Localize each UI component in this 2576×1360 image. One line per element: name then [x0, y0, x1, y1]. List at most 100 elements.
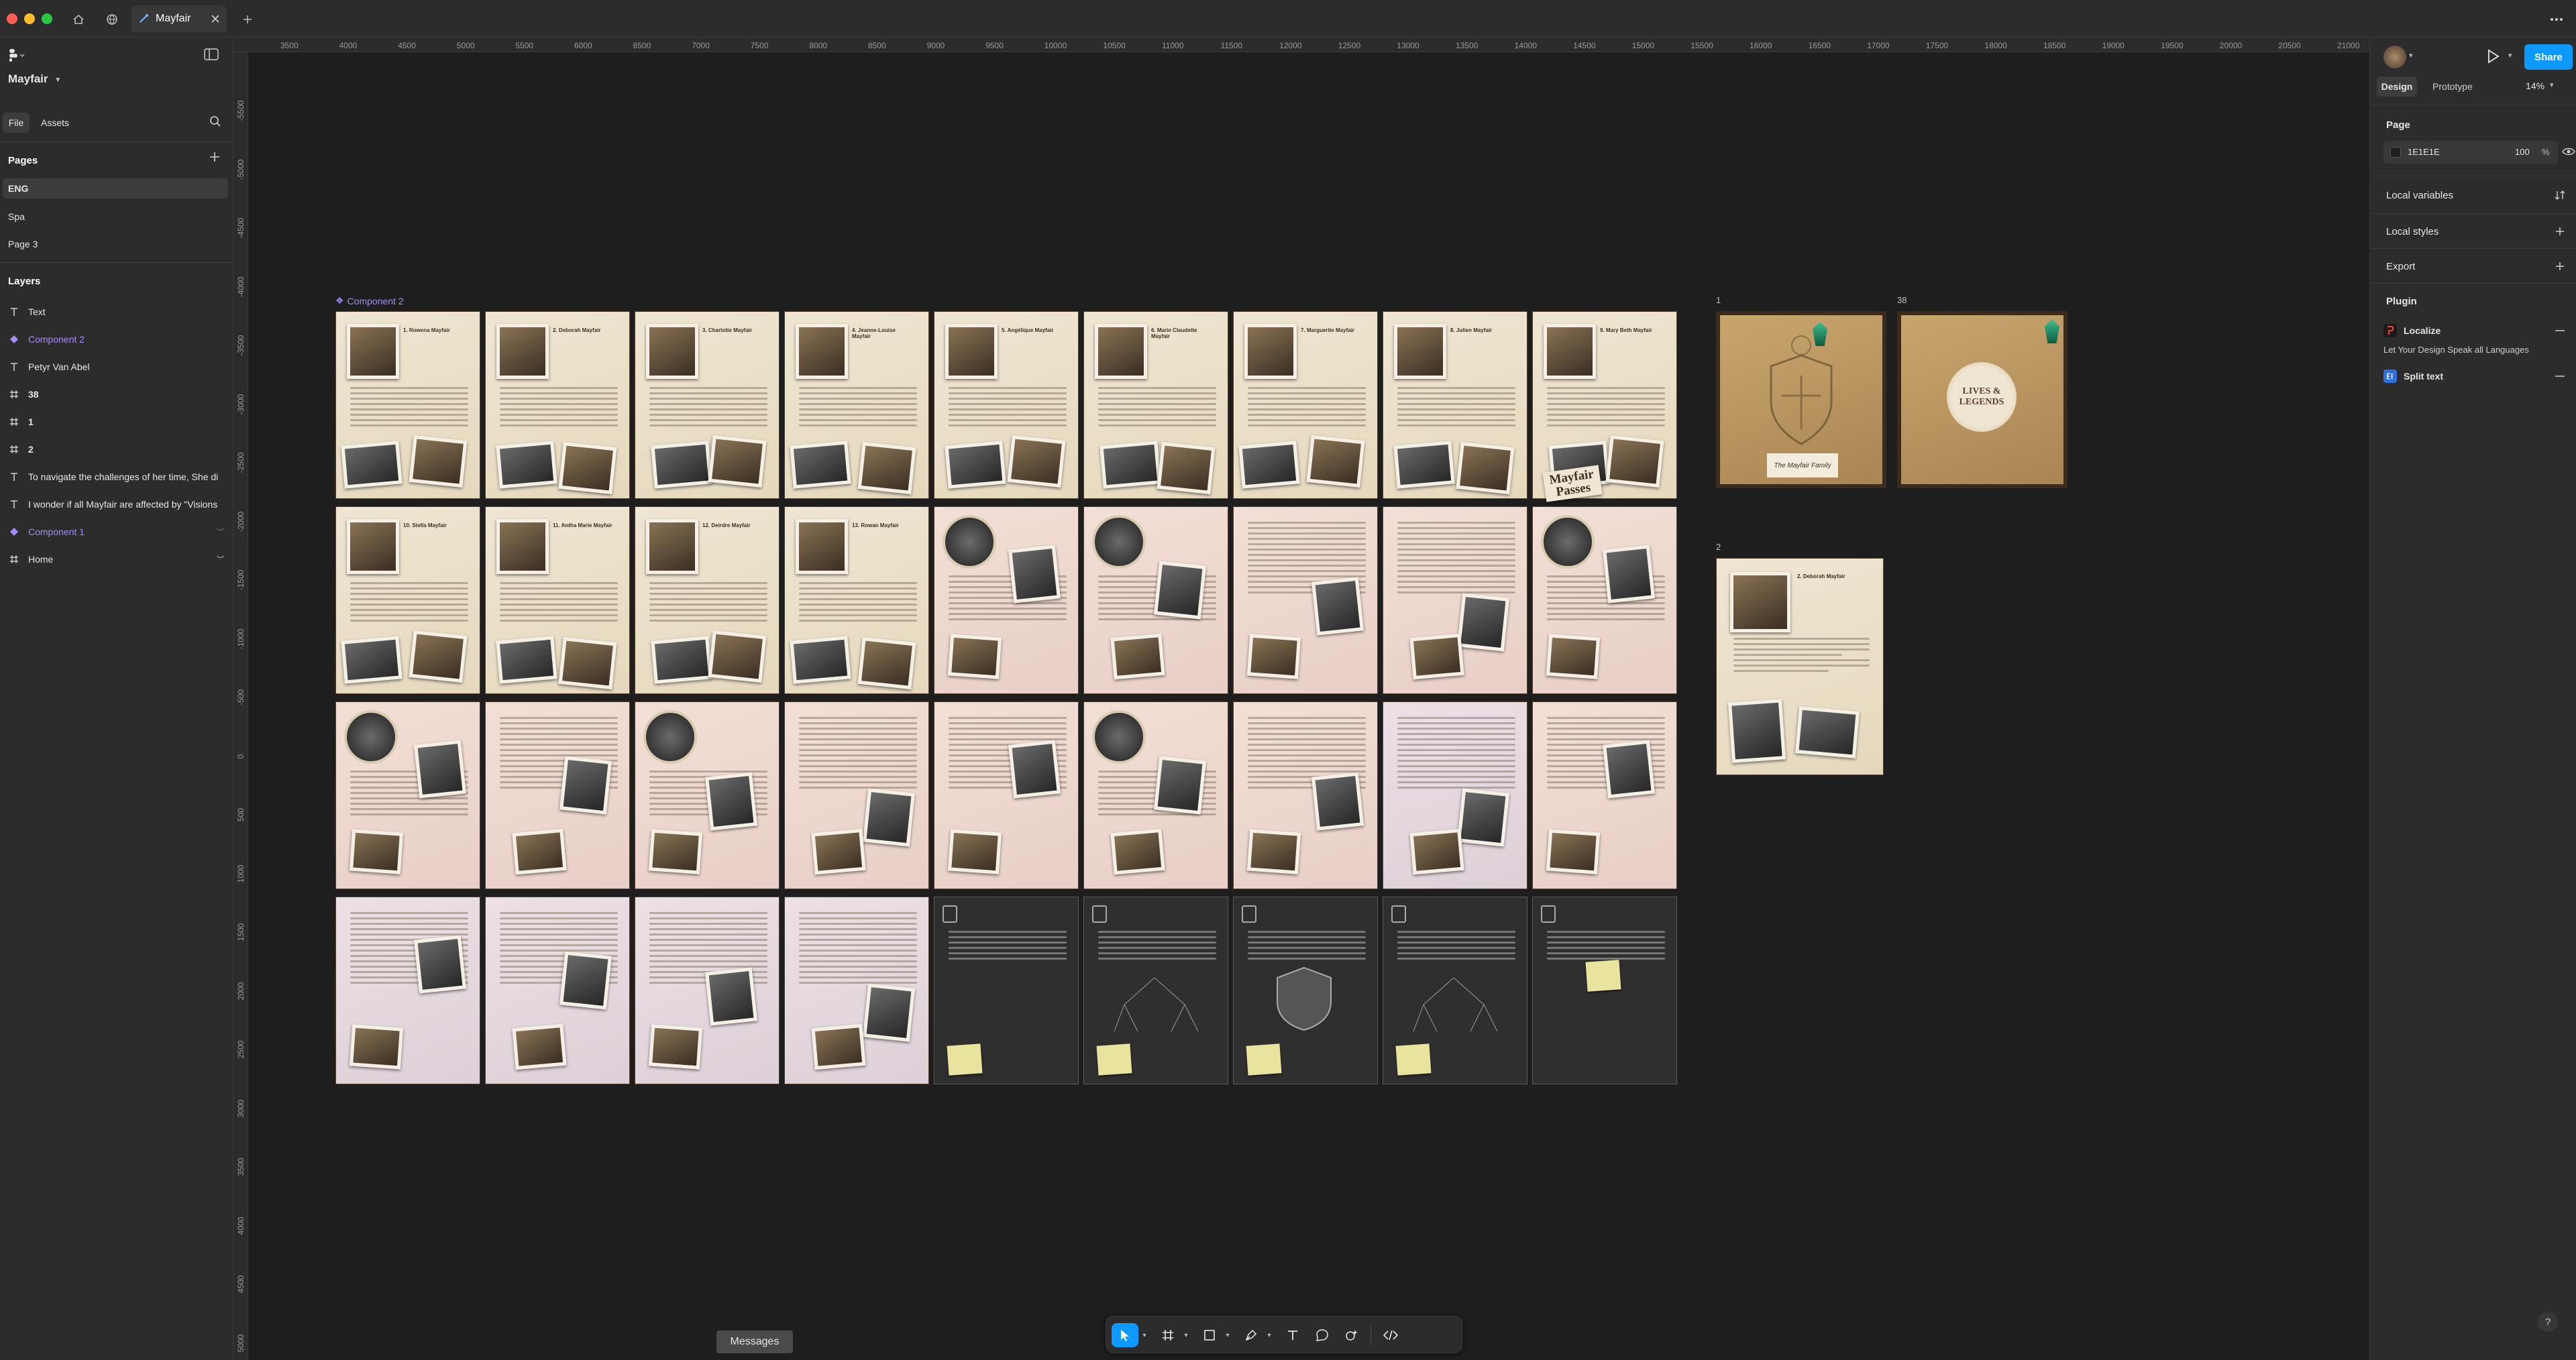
story-page[interactable]: 12. Deirdre Mayfair — [635, 506, 780, 694]
story-page[interactable]: 6. Marie Claudette Mayfair — [1083, 311, 1228, 499]
story-page[interactable] — [1083, 701, 1228, 889]
move-tool-button[interactable] — [1112, 1323, 1138, 1347]
story-page[interactable] — [1083, 506, 1228, 694]
layer-row[interactable]: To navigate the challenges of her time, … — [0, 464, 233, 490]
story-page[interactable] — [1532, 701, 1677, 889]
add-page-icon[interactable] — [209, 152, 225, 162]
minimize-window-button[interactable] — [24, 13, 35, 24]
layer-row[interactable]: Home ︶ — [0, 547, 233, 572]
shape-tool-button[interactable] — [1197, 1323, 1222, 1347]
pen-tool-button[interactable] — [1239, 1323, 1263, 1347]
close-tab-icon[interactable] — [211, 14, 220, 23]
story-page[interactable] — [1383, 506, 1527, 694]
story-page[interactable]: 13. Rowan Mayfair — [784, 506, 929, 694]
chevron-down-icon[interactable]: ︶ — [217, 526, 224, 537]
story-page[interactable] — [1532, 897, 1677, 1084]
story-page[interactable] — [934, 506, 1079, 694]
plugin-localize-row[interactable]: Localize — [2383, 321, 2565, 341]
remove-icon[interactable] — [2555, 329, 2565, 332]
file-name-dropdown[interactable]: Mayfair ▾ — [8, 72, 142, 86]
component-2-grid[interactable]: 1. Rowena Mayfair 2. Deborah Mayfair 3. Ch… — [335, 311, 1681, 1084]
main-menu-button[interactable] — [8, 47, 35, 63]
story-page[interactable] — [485, 897, 630, 1084]
story-page[interactable]: 8. Julien Mayfair — [1383, 311, 1527, 499]
cover-card-1[interactable]: The Mayfair Family — [1716, 311, 1886, 488]
story-page[interactable]: 10. Stella Mayfair — [335, 506, 480, 694]
layer-row[interactable]: 1 — [0, 409, 233, 435]
local-styles-row[interactable]: Local styles — [2386, 220, 2565, 243]
tab-mayfair[interactable]: Mayfair — [131, 5, 227, 32]
avatar[interactable] — [2383, 46, 2406, 68]
zoom-dropdown[interactable]: 14% ▾ — [2526, 80, 2554, 91]
story-page[interactable]: 2. Deborah Mayfair — [485, 311, 630, 499]
tab-prototype[interactable]: Prototype — [2422, 76, 2483, 97]
page-item-spa[interactable]: Spa — [3, 207, 228, 227]
comment-tool-button[interactable] — [1310, 1323, 1334, 1347]
page-opacity[interactable]: 100 — [2515, 147, 2530, 157]
chevron-down-icon[interactable]: ▾ — [2409, 51, 2413, 60]
frame-tool-button[interactable] — [1156, 1323, 1180, 1347]
story-page[interactable] — [1083, 897, 1228, 1084]
chevron-down-icon[interactable]: ▾ — [1140, 1323, 1149, 1347]
share-button[interactable]: Share — [2524, 44, 2573, 70]
plugin-split-text-row[interactable]: Split text — [2383, 366, 2565, 386]
page-item-eng[interactable]: ENG — [3, 178, 228, 199]
page-item-page-3[interactable]: Page 3 — [3, 234, 228, 254]
story-page[interactable]: 4. Jeanne-Louise Mayfair — [784, 311, 929, 499]
remove-icon[interactable] — [2555, 375, 2565, 378]
tab-design[interactable]: Design — [2377, 76, 2417, 97]
add-icon[interactable] — [2555, 226, 2565, 237]
story-page[interactable] — [485, 701, 630, 889]
search-icon[interactable] — [209, 115, 225, 127]
layer-row[interactable]: I wonder if all Mayfair are affected by … — [0, 492, 233, 517]
toggle-sidebar-icon[interactable] — [204, 48, 224, 60]
layer-row[interactable]: Text — [0, 299, 233, 325]
story-page[interactable] — [1233, 506, 1378, 694]
zoom-window-button[interactable] — [42, 13, 52, 24]
story-page[interactable] — [934, 897, 1079, 1084]
tab-file[interactable]: File — [3, 113, 30, 133]
story-page[interactable]: 1. Rowena Mayfair — [335, 311, 480, 499]
story-page[interactable] — [1233, 897, 1378, 1084]
story-page[interactable] — [1383, 897, 1527, 1084]
layer-row[interactable]: Component 1 ︶ — [0, 519, 233, 545]
layer-row[interactable]: Petyr Van Abel — [0, 354, 233, 380]
story-page[interactable] — [335, 897, 480, 1084]
text-tool-button[interactable] — [1281, 1323, 1305, 1347]
local-variables-row[interactable]: Local variables — [2386, 184, 2565, 207]
actions-tool-button[interactable] — [1340, 1323, 1364, 1347]
story-page[interactable] — [335, 701, 480, 889]
story-page[interactable] — [784, 701, 929, 889]
globe-icon[interactable] — [102, 9, 122, 30]
close-window-button[interactable] — [7, 13, 17, 24]
story-page[interactable] — [1532, 506, 1677, 694]
canvas[interactable]: ❖ Component 2 1. Rowena Mayfair 2. Debora… — [248, 52, 2369, 1360]
story-page[interactable] — [1233, 701, 1378, 889]
chevron-down-icon[interactable]: ▾ — [2508, 51, 2512, 60]
page-color-hex[interactable]: 1E1E1E — [2408, 147, 2440, 157]
story-page[interactable]: 5. Angélique Mayfair — [934, 311, 1079, 499]
help-icon[interactable]: ? — [2538, 1312, 2558, 1332]
layer-row[interactable]: Component 2 — [0, 327, 233, 352]
page-color-field[interactable]: 1E1E1E 100 % — [2383, 141, 2558, 164]
chevron-down-icon[interactable]: ▾ — [1265, 1323, 1274, 1347]
color-swatch[interactable] — [2390, 147, 2401, 158]
more-options-icon[interactable] — [2546, 9, 2567, 30]
story-page[interactable]: 11. Antha Marie Mayfair — [485, 506, 630, 694]
home-icon[interactable] — [68, 9, 89, 30]
add-icon[interactable] — [2555, 261, 2565, 272]
cover-card-38[interactable]: LIVES & LEGENDS — [1897, 311, 2068, 488]
chevron-down-icon[interactable]: ︶ — [217, 554, 224, 565]
story-page[interactable] — [635, 701, 780, 889]
tab-assets[interactable]: Assets — [35, 113, 75, 133]
export-row[interactable]: Export — [2386, 255, 2565, 278]
layer-row[interactable]: 2 — [0, 437, 233, 462]
story-page[interactable] — [784, 897, 929, 1084]
messages-button[interactable]: Messages — [716, 1330, 793, 1353]
chevron-down-icon[interactable]: ▾ — [1223, 1323, 1232, 1347]
eye-icon[interactable] — [2562, 146, 2575, 157]
new-tab-icon[interactable] — [237, 9, 258, 30]
story-page[interactable] — [635, 897, 780, 1084]
story-page[interactable] — [1383, 701, 1527, 889]
story-page[interactable]: 3. Charlotte Mayfair — [635, 311, 780, 499]
